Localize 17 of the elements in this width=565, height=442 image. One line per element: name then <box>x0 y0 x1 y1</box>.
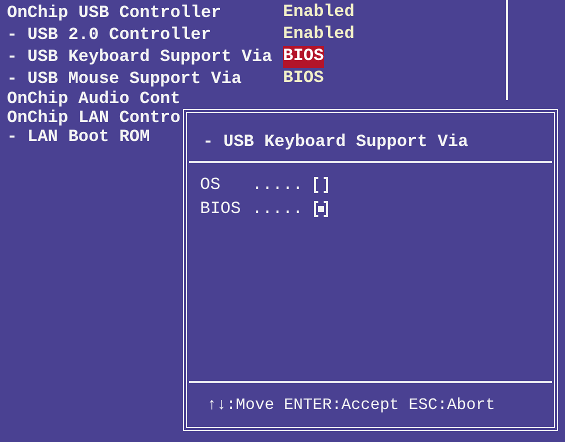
leader-dots: ..... <box>252 200 304 218</box>
dialog-title: - USB Keyboard Support Via <box>202 132 470 154</box>
option-label[interactable]: BIOS <box>200 200 252 218</box>
radio-bracket-icon[interactable] <box>314 177 328 193</box>
setting-label[interactable]: OnChip Audio Cont <box>7 90 283 109</box>
radio-bracket-icon[interactable] <box>314 201 328 217</box>
setting-label[interactable]: - USB Keyboard Support Via <box>7 48 283 66</box>
key-help: ↑↓:Move ENTER:Accept ESC:Abort <box>206 395 496 416</box>
setting-value[interactable]: Enabled <box>283 24 354 46</box>
setting-value[interactable]: Enabled <box>283 2 354 24</box>
option-label[interactable]: OS <box>200 176 252 194</box>
setting-label[interactable]: - USB Mouse Support Via <box>7 70 283 88</box>
setting-value[interactable]: BIOS <box>283 68 324 90</box>
leader-dots: ..... <box>252 176 304 194</box>
setting-label[interactable]: OnChip USB Controller <box>7 4 283 22</box>
setting-value[interactable]: BIOS <box>283 46 324 68</box>
setting-label[interactable]: - USB 2.0 Controller <box>7 26 283 44</box>
